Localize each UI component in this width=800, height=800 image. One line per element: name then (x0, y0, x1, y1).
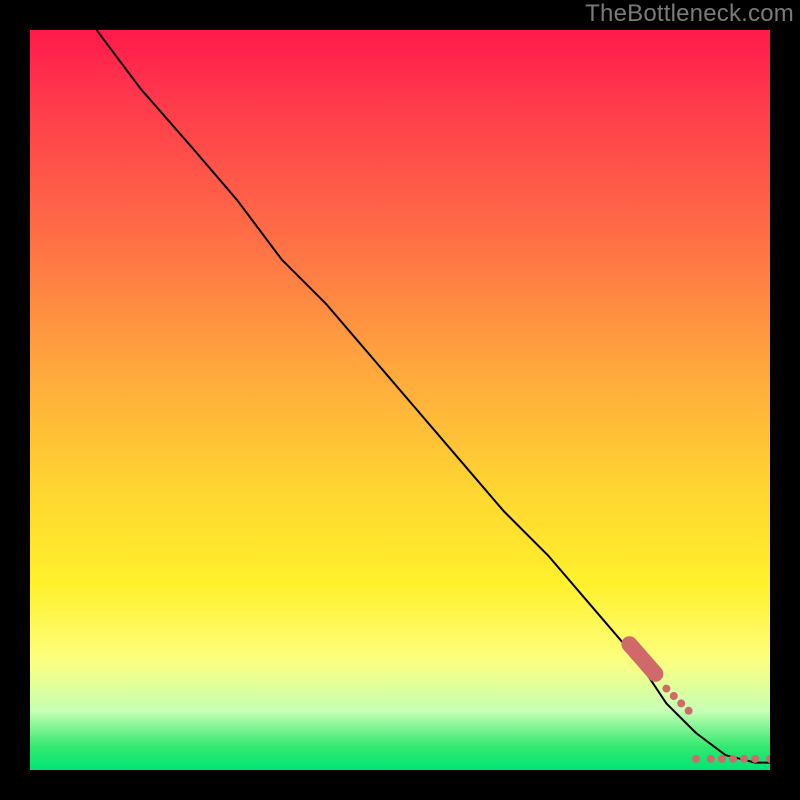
curve-line (97, 30, 770, 763)
plot-area (30, 30, 770, 770)
chart-overlay (30, 30, 770, 770)
chart-frame: TheBottleneck.com (0, 0, 800, 800)
watermark-text: TheBottleneck.com (585, 0, 794, 28)
